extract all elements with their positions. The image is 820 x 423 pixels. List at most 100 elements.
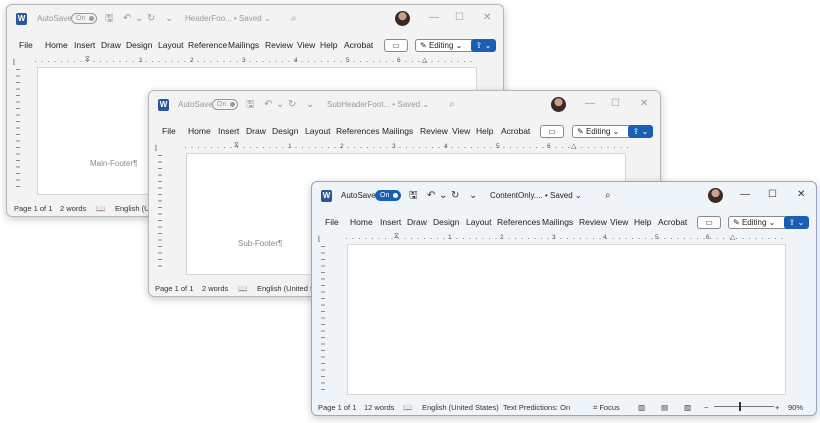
menu-file[interactable]: File — [325, 217, 339, 227]
menu-review[interactable]: Review — [420, 126, 448, 136]
word-window-content[interactable]: W AutoSave On 🖫 ↶ ⌄ ↻ ⌄ ContentOnly.... … — [311, 181, 817, 416]
undo-dropdown-icon[interactable]: ⌄ — [276, 99, 284, 111]
page-count[interactable]: Page 1 of 1 — [155, 284, 193, 293]
horizontal-ruler[interactable]: ⌊ ⧖ 1 2 3 4 5 6 △ — [7, 56, 503, 67]
menu-insert[interactable]: Insert — [218, 126, 239, 136]
comment-button[interactable]: ▭ — [384, 39, 408, 52]
maximize-icon[interactable]: ☐ — [455, 12, 464, 24]
book-icon[interactable]: 📖 — [403, 403, 412, 412]
comment-button[interactable]: ▭ — [697, 216, 721, 229]
indent-marker[interactable]: ⧖ — [85, 56, 90, 64]
close-icon[interactable]: ✕ — [640, 98, 648, 110]
zoom-level[interactable]: 90% — [788, 403, 803, 412]
menu-design[interactable]: Design — [433, 217, 459, 227]
menu-view[interactable]: View — [610, 217, 628, 227]
menu-acrobat[interactable]: Acrobat — [501, 126, 530, 136]
book-icon[interactable]: 📖 — [96, 204, 105, 213]
menu-home[interactable]: Home — [45, 40, 68, 50]
menu-design[interactable]: Design — [126, 40, 152, 50]
indent-marker[interactable]: ⧖ — [394, 233, 399, 241]
vertical-ruler[interactable] — [321, 246, 325, 392]
indent-marker[interactable]: ⧖ — [234, 142, 239, 150]
menu-view[interactable]: View — [297, 40, 315, 50]
autosave-toggle[interactable]: On — [212, 99, 238, 110]
text-predictions[interactable]: Text Predictions: On — [503, 403, 570, 412]
page-count[interactable]: Page 1 of 1 — [14, 204, 52, 213]
tab-selector[interactable]: ⌊ — [318, 235, 321, 243]
document-title[interactable]: ContentOnly.... • Saved ⌄ — [490, 191, 582, 200]
search-icon[interactable]: ⌕ — [449, 99, 455, 111]
close-icon[interactable]: ✕ — [797, 189, 805, 201]
document-title[interactable]: HeaderFoo... • Saved ⌄ — [185, 14, 271, 23]
menu-help[interactable]: Help — [476, 126, 493, 136]
focus-button[interactable]: ⌗ Focus — [593, 403, 620, 413]
editing-button[interactable]: ✎ Editing ⌄ — [572, 125, 632, 138]
word-count[interactable]: 2 words — [202, 284, 228, 293]
undo-icon[interactable]: ↶ — [123, 13, 131, 25]
redo-icon[interactable]: ↻ — [451, 190, 459, 202]
undo-icon[interactable]: ↶ — [264, 99, 272, 111]
minimize-icon[interactable]: — — [585, 98, 595, 110]
undo-dropdown-icon[interactable]: ⌄ — [135, 13, 143, 25]
horizontal-ruler[interactable]: ⌊ ⧖ 1 2 3 4 5 6 △ — [149, 142, 660, 153]
menu-home[interactable]: Home — [350, 217, 373, 227]
book-icon[interactable]: 📖 — [238, 284, 247, 293]
save-icon[interactable]: 🖫 — [105, 13, 114, 25]
right-indent-marker[interactable]: △ — [422, 56, 427, 64]
close-icon[interactable]: ✕ — [483, 12, 491, 24]
share-button[interactable]: ⇪ ⌄ — [628, 125, 653, 138]
menu-layout[interactable]: Layout — [158, 40, 184, 50]
menu-references[interactable]: References — [336, 126, 379, 136]
maximize-icon[interactable]: ☐ — [611, 98, 620, 110]
customize-icon[interactable]: ⌄ — [165, 13, 173, 25]
menu-file[interactable]: File — [162, 126, 176, 136]
minimize-icon[interactable]: — — [429, 12, 439, 24]
menu-references[interactable]: Reference — [188, 40, 227, 50]
search-icon[interactable]: ⌕ — [291, 13, 297, 25]
menu-review[interactable]: Review — [579, 217, 607, 227]
document-page[interactable] — [347, 244, 786, 395]
save-icon[interactable]: 🖫 — [246, 99, 255, 111]
tab-selector[interactable]: ⌊ — [13, 58, 16, 66]
search-icon[interactable]: ⌕ — [605, 190, 611, 202]
menu-draw[interactable]: Draw — [101, 40, 121, 50]
menu-file[interactable]: File — [19, 40, 33, 50]
zoom-in-button[interactable]: + — [775, 403, 779, 412]
menu-draw[interactable]: Draw — [246, 126, 266, 136]
maximize-icon[interactable]: ☐ — [768, 189, 777, 201]
menu-acrobat[interactable]: Acrobat — [344, 40, 373, 50]
menu-layout[interactable]: Layout — [305, 126, 331, 136]
read-mode-icon[interactable]: ▥ — [638, 403, 645, 412]
menu-review[interactable]: Review — [265, 40, 293, 50]
word-count[interactable]: 12 words — [364, 403, 394, 412]
zoom-slider[interactable] — [714, 406, 774, 407]
menu-acrobat[interactable]: Acrobat — [658, 217, 687, 227]
menu-draw[interactable]: Draw — [407, 217, 427, 227]
menu-insert[interactable]: Insert — [74, 40, 95, 50]
customize-icon[interactable]: ⌄ — [306, 99, 314, 111]
right-indent-marker[interactable]: △ — [571, 142, 576, 150]
comment-button[interactable]: ▭ — [540, 125, 564, 138]
print-layout-icon[interactable]: ▤ — [661, 403, 668, 412]
menu-layout[interactable]: Layout — [466, 217, 492, 227]
menu-references[interactable]: References — [497, 217, 540, 227]
editing-button[interactable]: ✎ Editing ⌄ — [415, 39, 475, 52]
undo-icon[interactable]: ↶ — [427, 190, 435, 202]
menu-design[interactable]: Design — [272, 126, 298, 136]
editing-button[interactable]: ✎ Editing ⌄ — [728, 216, 788, 229]
menu-help[interactable]: Help — [634, 217, 651, 227]
vertical-ruler[interactable] — [158, 155, 162, 271]
menu-home[interactable]: Home — [188, 126, 211, 136]
save-icon[interactable]: 🖫 — [409, 190, 418, 202]
menu-insert[interactable]: Insert — [380, 217, 401, 227]
redo-icon[interactable]: ↻ — [147, 13, 155, 25]
web-layout-icon[interactable]: ▧ — [684, 403, 691, 412]
menu-mailings[interactable]: Mailings — [382, 126, 413, 136]
autosave-toggle[interactable]: On — [375, 190, 401, 201]
word-count[interactable]: 2 words — [60, 204, 86, 213]
avatar[interactable] — [708, 188, 723, 203]
autosave-toggle[interactable]: On — [71, 13, 97, 24]
zoom-out-button[interactable]: − — [704, 403, 708, 412]
menu-mailings[interactable]: Mailings — [542, 217, 573, 227]
vertical-ruler[interactable] — [16, 69, 20, 191]
